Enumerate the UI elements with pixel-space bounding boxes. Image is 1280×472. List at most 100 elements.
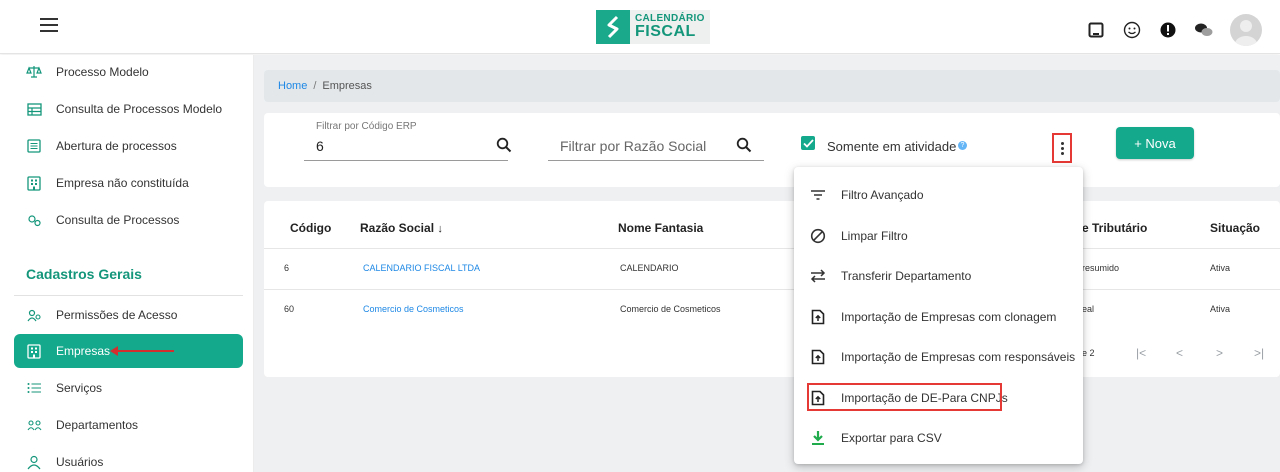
top-icons — [1086, 14, 1262, 46]
cell-situacao: Ativa — [1210, 304, 1231, 314]
help-icon[interactable]: ? — [958, 141, 967, 150]
menu-item-label: Importação de DE-Para CNPJs — [841, 391, 1008, 405]
column-header-razao-social[interactable]: Razão Social ↓ — [360, 221, 443, 235]
cell-codigo: 60 — [284, 304, 295, 314]
column-header-razao-label: Razão Social — [360, 221, 435, 235]
sidebar-item-departamentos[interactable]: Departamentos — [14, 408, 243, 442]
erp-code-value: 6 — [316, 138, 324, 154]
upload-file-icon — [810, 309, 826, 325]
sidebar-item-label: Processo Modelo — [56, 65, 149, 79]
logo-text: CALENDÁRIO FISCAL — [635, 14, 705, 40]
logo-mark-icon — [596, 10, 630, 44]
menu-item-limpar-filtro[interactable]: Limpar Filtro — [794, 216, 1083, 256]
sort-arrow-icon: ↓ — [437, 223, 443, 235]
group-icon — [26, 417, 42, 433]
sidebar-item-label: Serviços — [56, 381, 103, 395]
table-divider — [264, 248, 1280, 249]
options-menu: Filtro Avançado Limpar Filtro Transferir… — [794, 167, 1083, 464]
menu-item-exportar-csv[interactable]: Exportar para CSV — [794, 418, 1083, 458]
alert-icon[interactable] — [1158, 20, 1178, 40]
last-page-button[interactable]: >| — [1254, 346, 1264, 360]
cell-nome-fantasia: CALENDARIO — [620, 263, 679, 273]
sidebar-item-label: Usuários — [56, 455, 104, 469]
table-icon — [26, 101, 42, 117]
sidebar-divider — [14, 295, 243, 296]
cell-regime-tributario: resumido — [1082, 263, 1120, 273]
razao-social-field[interactable]: Filtrar por Razão Social — [548, 119, 764, 161]
filter-icon — [810, 187, 826, 203]
breadcrumb: Home / Empresas — [264, 70, 1280, 102]
gears-icon — [26, 212, 42, 228]
cell-razao-social-link[interactable]: Comercio de Cosmeticos — [363, 304, 464, 314]
sidebar-item-usuarios[interactable]: Usuários — [14, 445, 243, 472]
list-bullets-icon — [26, 380, 42, 396]
menu-item-transferir-departamento[interactable]: Transferir Departamento — [794, 256, 1083, 296]
sidebar-item-servicos[interactable]: Serviços — [14, 371, 243, 405]
section-title-cadastros-gerais: Cadastros Gerais — [26, 266, 142, 282]
nova-button[interactable]: + Nova — [1116, 127, 1194, 159]
somente-atividade-checkbox[interactable] — [801, 136, 815, 150]
logo-line2: FISCAL — [635, 23, 696, 40]
sidebar-item-label: Abertura de processos — [56, 139, 177, 153]
sidebar-item-label: Consulta de Processos — [56, 213, 180, 227]
sidebar-item-consulta-processos[interactable]: Consulta de Processos — [14, 203, 243, 237]
cell-situacao: Ativa — [1210, 263, 1231, 273]
balance-icon — [26, 64, 42, 80]
sidebar-item-consulta-processos-modelo[interactable]: Consulta de Processos Modelo — [14, 92, 243, 126]
next-page-button[interactable]: > — [1216, 346, 1223, 360]
menu-icon[interactable] — [40, 18, 58, 34]
column-header-regime-tributario[interactable]: e Tributário — [1082, 221, 1147, 235]
menu-item-importacao-responsaveis[interactable]: Importação de Empresas com responsáveis — [794, 337, 1083, 377]
menu-item-label: Limpar Filtro — [841, 229, 908, 243]
breadcrumb-current: Empresas — [322, 80, 372, 92]
menu-item-label: Exportar para CSV — [841, 431, 942, 445]
sidebar-item-processo-modelo[interactable]: Processo Modelo — [14, 55, 243, 89]
column-header-nome-fantasia[interactable]: Nome Fantasia — [618, 221, 703, 235]
building-icon — [26, 175, 42, 191]
sidebar-item-abertura-processos[interactable]: Abertura de processos — [14, 129, 243, 163]
upload-file-icon — [810, 390, 826, 406]
chat-icon[interactable] — [1194, 20, 1214, 40]
column-header-situacao[interactable]: Situação — [1210, 221, 1260, 235]
filter-card: Filtrar por Código ERP 6 Filtrar por Raz… — [264, 113, 1280, 187]
table-divider — [264, 289, 1280, 290]
app-logo[interactable]: CALENDÁRIO FISCAL — [596, 10, 710, 44]
breadcrumb-home-link[interactable]: Home — [278, 80, 307, 92]
search-icon[interactable] — [736, 137, 752, 153]
users-icon — [26, 307, 42, 323]
search-icon[interactable] — [496, 137, 512, 153]
list-icon — [26, 138, 42, 154]
sidebar-item-permissoes-acesso[interactable]: Permissões de Acesso — [14, 298, 243, 332]
user-avatar[interactable] — [1230, 14, 1262, 46]
cell-regime-tributario: eal — [1082, 304, 1095, 314]
building-icon — [26, 343, 42, 359]
sidebar-item-label: Permissões de Acesso — [56, 308, 178, 322]
menu-item-importacao-clonagem[interactable]: Importação de Empresas com clonagem — [794, 297, 1083, 337]
sidebar-item-label: Departamentos — [56, 418, 139, 432]
cell-razao-social-link[interactable]: CALENDARIO FISCAL LTDA — [363, 263, 480, 273]
main-content: Home / Empresas Filtrar por Código ERP 6… — [254, 55, 1280, 472]
erp-code-field[interactable]: Filtrar por Código ERP 6 — [304, 119, 512, 161]
annotation-arrow — [110, 346, 174, 356]
menu-item-filtro-avancado[interactable]: Filtro Avançado — [794, 175, 1083, 215]
clear-icon — [810, 228, 826, 244]
transfer-icon — [810, 268, 826, 284]
sidebar-item-empresa-nao-constituida[interactable]: Empresa não constituída — [14, 166, 243, 200]
more-options-kebab-icon[interactable] — [1052, 133, 1072, 163]
smiley-icon[interactable] — [1122, 20, 1142, 40]
top-bar: CALENDÁRIO FISCAL — [0, 0, 1280, 54]
menu-item-label: Transferir Departamento — [841, 269, 972, 283]
user-icon — [26, 454, 42, 470]
column-header-codigo[interactable]: Código — [290, 221, 331, 235]
first-page-button[interactable]: |< — [1136, 346, 1146, 360]
sidebar-item-label: Empresa não constituída — [56, 176, 189, 190]
somente-atividade-label: Somente em atividade — [827, 139, 957, 154]
menu-item-label: Importação de Empresas com responsáveis — [841, 350, 1076, 364]
razao-social-placeholder: Filtrar por Razão Social — [560, 138, 707, 154]
download-icon — [810, 430, 826, 446]
tablet-icon[interactable] — [1086, 20, 1106, 40]
previous-page-button[interactable]: < — [1176, 346, 1183, 360]
companies-table: Código Razão Social ↓ Nome Fantasia e Tr… — [264, 201, 1280, 377]
menu-item-importacao-de-para-cnpjs[interactable]: Importação de DE-Para CNPJs — [794, 378, 1083, 418]
menu-item-label: Filtro Avançado — [841, 188, 924, 202]
